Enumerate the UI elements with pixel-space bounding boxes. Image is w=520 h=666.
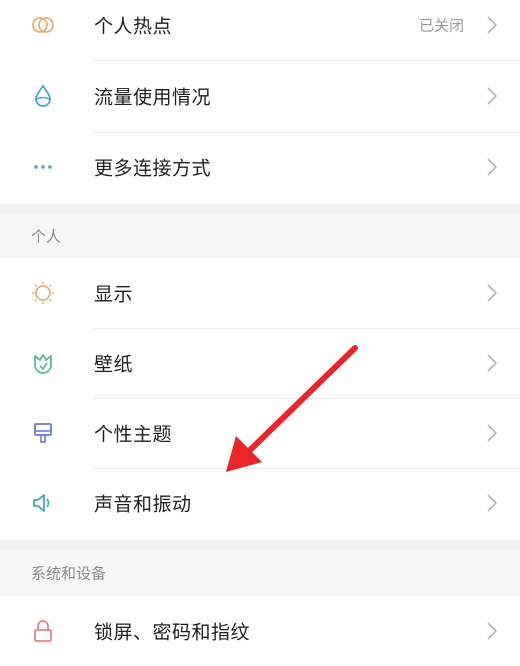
personal-settings-group: 显示 壁纸 个性主题 声音和振动 (0, 258, 520, 540)
lock-icon (30, 618, 56, 644)
settings-item-lock-screen[interactable]: 锁屏、密码和指纹 (0, 596, 520, 666)
settings-item-data-usage[interactable]: 流量使用情况 (0, 61, 520, 131)
system-settings-group: 锁屏、密码和指纹 (0, 596, 520, 654)
settings-item-sound[interactable]: 声音和振动 (0, 468, 520, 538)
wallpaper-icon (30, 350, 56, 376)
settings-item-more-connections[interactable]: 更多连接方式 (0, 132, 520, 202)
chevron-right-icon (486, 423, 498, 443)
settings-item-wallpaper[interactable]: 壁纸 (0, 328, 520, 398)
section-gap (0, 540, 520, 550)
chevron-right-icon (486, 621, 498, 641)
settings-item-label: 更多连接方式 (94, 157, 212, 180)
chevron-right-icon (486, 283, 498, 303)
network-settings-group: 个人热点 已关闭 流量使用情况 更多连接方式 (0, 0, 520, 204)
settings-item-label: 个性主题 (94, 423, 173, 446)
settings-item-hotspot[interactable]: 个人热点 已关闭 (0, 0, 520, 60)
theme-icon (30, 420, 56, 446)
sound-icon (30, 490, 56, 516)
hotspot-icon (30, 12, 56, 38)
section-title: 系统和设备 (31, 564, 107, 583)
section-title: 个人 (31, 227, 62, 246)
settings-item-display[interactable]: 显示 (0, 258, 520, 328)
chevron-right-icon (486, 86, 498, 106)
section-header-system: 系统和设备 (0, 550, 520, 596)
chevron-right-icon (486, 157, 498, 177)
display-icon (30, 280, 56, 306)
settings-item-theme[interactable]: 个性主题 (0, 398, 520, 468)
settings-item-label: 锁屏、密码和指纹 (94, 621, 251, 644)
settings-item-label: 声音和振动 (94, 493, 192, 516)
chevron-right-icon (486, 15, 498, 35)
settings-item-label: 显示 (94, 283, 134, 306)
chevron-right-icon (486, 493, 498, 513)
section-header-personal: 个人 (0, 214, 520, 258)
data-usage-icon (30, 83, 56, 109)
chevron-right-icon (486, 353, 498, 373)
settings-item-label: 流量使用情况 (94, 86, 212, 109)
settings-item-label: 个人热点 (94, 15, 173, 38)
more-connections-icon (30, 154, 56, 180)
section-gap (0, 204, 520, 214)
hotspot-status: 已关闭 (418, 16, 464, 35)
settings-item-label: 壁纸 (94, 353, 134, 376)
